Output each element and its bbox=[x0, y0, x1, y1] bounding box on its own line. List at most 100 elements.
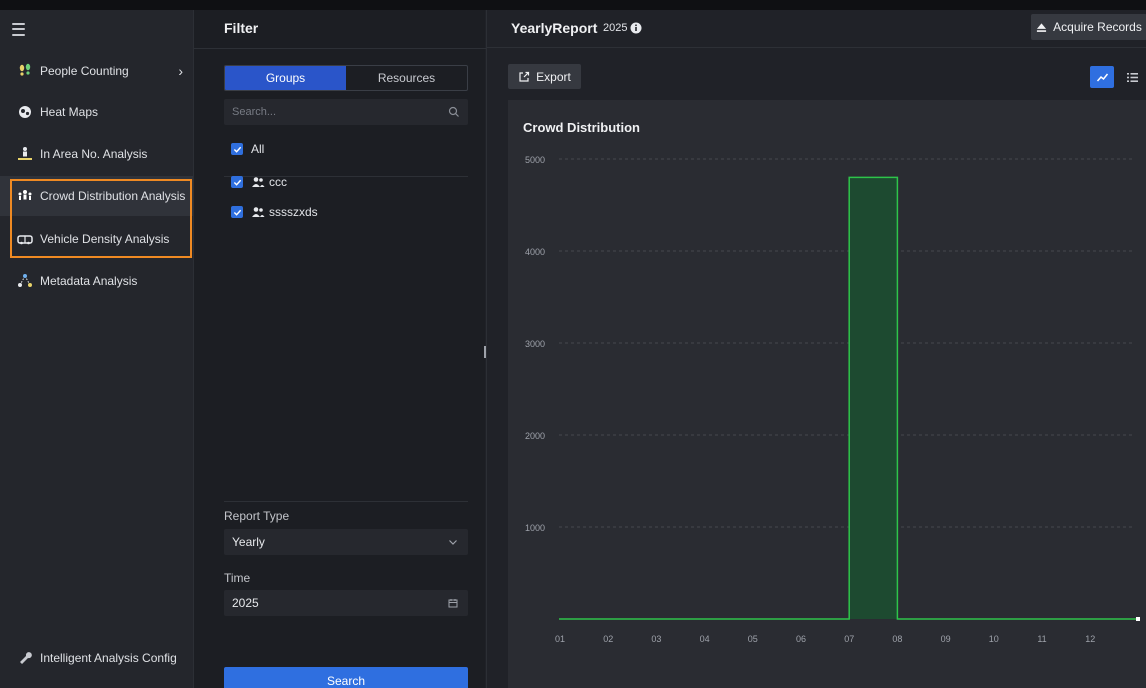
x-tick-label: 01 bbox=[555, 634, 565, 644]
filter-title: Filter bbox=[224, 20, 259, 36]
data-bin-04[interactable] bbox=[705, 617, 753, 621]
group-label: sssszxds bbox=[269, 205, 318, 219]
report-type-label: Report Type bbox=[224, 509, 290, 523]
line-chart-view-button[interactable] bbox=[1090, 66, 1114, 88]
acquire-records-button[interactable]: Acquire Records bbox=[1031, 14, 1146, 40]
divider bbox=[194, 48, 486, 49]
group-row-sssszxds[interactable]: sssszxds bbox=[231, 205, 318, 219]
end-marker bbox=[1136, 617, 1140, 621]
search-field bbox=[224, 99, 468, 125]
filter-panel: Filter Groups Resources All ccc sssszxds… bbox=[193, 10, 486, 688]
sidebar-item-label: Crowd Distribution Analysis bbox=[40, 189, 186, 203]
data-bin-12[interactable] bbox=[1090, 617, 1138, 621]
report-panel: YearlyReport 2025 Acquire Records Export… bbox=[486, 10, 1146, 688]
sidebar-item-in-area-analysis[interactable]: In Area No. Analysis bbox=[0, 134, 193, 174]
data-bin-08[interactable] bbox=[897, 617, 945, 621]
crowd-distribution-chart: Crowd Distribution 10002000300040005000 … bbox=[523, 120, 1140, 644]
sidebar-item-label: Intelligent Analysis Config bbox=[40, 651, 177, 665]
checkbox-group[interactable] bbox=[231, 206, 243, 218]
sidebar-header bbox=[0, 10, 193, 48]
export-button[interactable]: Export bbox=[508, 64, 581, 89]
sidebar-item-label: In Area No. Analysis bbox=[40, 147, 148, 161]
data-bin-03[interactable] bbox=[656, 617, 704, 621]
report-header: YearlyReport 2025 Acquire Records bbox=[487, 10, 1146, 48]
nodes-icon bbox=[16, 272, 34, 290]
footprints-icon bbox=[16, 62, 34, 80]
check-icon bbox=[233, 146, 241, 153]
search-icon[interactable] bbox=[448, 106, 460, 118]
x-tick-label: 07 bbox=[844, 634, 854, 644]
acquire-records-label: Acquire Records bbox=[1053, 20, 1142, 34]
x-tick-label: 08 bbox=[892, 634, 902, 644]
report-type-select[interactable]: Yearly bbox=[224, 529, 468, 555]
chevron-down-icon bbox=[449, 540, 457, 545]
list-view-button[interactable] bbox=[1120, 66, 1144, 88]
checkbox-all-row[interactable]: All bbox=[231, 142, 264, 156]
sidebar-item-vehicle-density[interactable]: Vehicle Density Analysis bbox=[0, 219, 193, 259]
top-strip bbox=[0, 0, 1146, 10]
calendar-icon bbox=[448, 599, 458, 608]
data-bin-11[interactable] bbox=[1042, 617, 1090, 621]
export-label: Export bbox=[536, 69, 571, 84]
time-picker[interactable]: 2025 bbox=[224, 590, 468, 616]
list-icon bbox=[1126, 72, 1138, 82]
sidebar-item-crowd-distribution[interactable]: Crowd Distribution Analysis bbox=[0, 176, 193, 216]
data-bin-01[interactable] bbox=[560, 617, 608, 621]
checkbox-all[interactable] bbox=[231, 143, 243, 155]
export-icon bbox=[519, 71, 530, 82]
sidebar-item-intelligent-analysis-config[interactable]: Intelligent Analysis Config bbox=[0, 638, 193, 678]
data-bin-07[interactable] bbox=[849, 175, 897, 179]
data-bin-10[interactable] bbox=[994, 617, 1042, 621]
line-chart-icon bbox=[1096, 73, 1108, 81]
heatmap-icon bbox=[16, 103, 34, 121]
person-area-icon bbox=[16, 145, 34, 163]
report-type-value: Yearly bbox=[232, 535, 265, 549]
time-label: Time bbox=[224, 571, 251, 585]
x-tick-label: 03 bbox=[651, 634, 661, 644]
x-tick-label: 05 bbox=[748, 634, 758, 644]
group-icon bbox=[252, 207, 265, 217]
groups-resources-toggle: Groups Resources bbox=[224, 65, 468, 91]
x-tick-label: 06 bbox=[796, 634, 806, 644]
crowd-icon bbox=[16, 187, 34, 205]
data-bin-02[interactable] bbox=[608, 617, 656, 621]
eject-icon bbox=[1037, 22, 1047, 32]
config-icon bbox=[16, 649, 34, 667]
sidebar-item-heat-maps[interactable]: Heat Maps bbox=[0, 92, 193, 132]
tab-resources[interactable]: Resources bbox=[346, 66, 467, 90]
data-bin-09[interactable] bbox=[946, 617, 994, 621]
x-tick-label: 10 bbox=[989, 634, 999, 644]
check-icon bbox=[233, 179, 241, 186]
y-tick-label: 2000 bbox=[525, 431, 545, 441]
group-row-ccc[interactable]: ccc bbox=[231, 175, 287, 189]
report-year: 2025 bbox=[603, 22, 628, 34]
search-input[interactable] bbox=[232, 106, 448, 118]
y-tick-label: 3000 bbox=[525, 339, 545, 349]
check-icon bbox=[233, 209, 241, 216]
x-tick-label: 12 bbox=[1085, 634, 1095, 644]
chart-card: Crowd Distribution 1000 2000 3000 4000 5000 … bbox=[508, 100, 1146, 688]
data-bin-05[interactable] bbox=[753, 617, 801, 621]
group-icon bbox=[252, 177, 265, 187]
info-icon[interactable] bbox=[630, 22, 642, 34]
sidebar-item-label: People Counting bbox=[40, 64, 129, 78]
sidebar-item-label: Metadata Analysis bbox=[40, 274, 138, 288]
x-tick-label: 04 bbox=[700, 634, 710, 644]
menu-icon[interactable] bbox=[12, 22, 25, 36]
sidebar: People Counting › Heat Maps In Area No. … bbox=[0, 10, 193, 688]
time-value: 2025 bbox=[232, 596, 259, 610]
sidebar-item-label: Vehicle Density Analysis bbox=[40, 232, 170, 246]
data-bin-06[interactable] bbox=[801, 617, 849, 621]
divider bbox=[224, 501, 468, 502]
x-tick-label: 09 bbox=[941, 634, 951, 644]
sidebar-item-metadata-analysis[interactable]: Metadata Analysis bbox=[0, 261, 193, 301]
checkbox-group[interactable] bbox=[231, 176, 243, 188]
checkbox-all-label: All bbox=[251, 142, 265, 156]
sidebar-item-people-counting[interactable]: People Counting › bbox=[0, 51, 193, 91]
report-title: YearlyReport bbox=[511, 20, 598, 36]
search-button[interactable]: Search bbox=[224, 667, 468, 688]
sidebar-item-label: Heat Maps bbox=[40, 105, 99, 119]
chart-title: Crowd Distribution bbox=[523, 120, 640, 135]
car-icon bbox=[16, 230, 34, 248]
tab-groups[interactable]: Groups bbox=[225, 66, 346, 90]
